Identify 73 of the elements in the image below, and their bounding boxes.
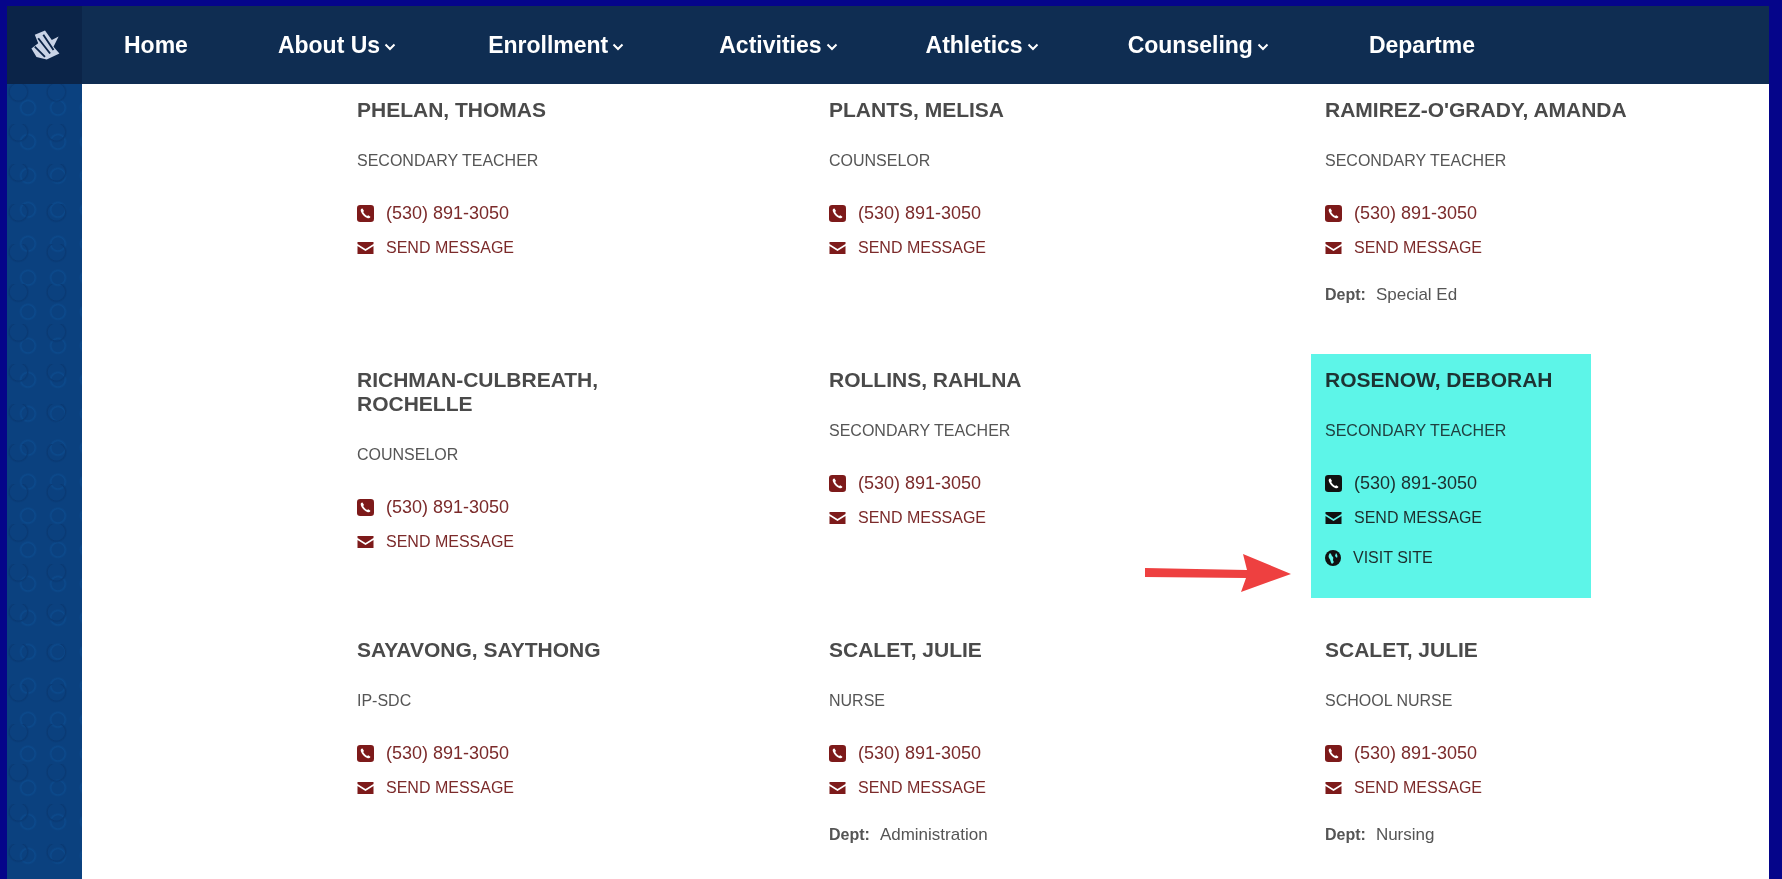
phone-link[interactable]: (530) 891-3050 <box>386 202 510 224</box>
staff-title: IP-SDC <box>357 692 413 710</box>
phone-icon <box>357 204 374 222</box>
phone-icon <box>829 744 846 762</box>
envelope-icon <box>829 242 846 254</box>
staff-name: PHELAN, THOMAS <box>357 98 547 122</box>
dept-label: Dept: <box>829 825 870 845</box>
envelope-icon <box>829 512 846 524</box>
envelope-icon <box>1325 242 1342 254</box>
nav-link[interactable]: Departme <box>1368 31 1475 59</box>
dept-value: Nursing <box>1375 824 1435 846</box>
staff-name: ROSENOW, DEBORAH <box>1325 368 1554 392</box>
phone-link[interactable]: (530) 891-3050 <box>858 202 982 224</box>
envelope-icon <box>829 782 846 794</box>
staff-title: NURSE <box>829 692 886 710</box>
phone-icon <box>357 744 374 762</box>
send-message-link[interactable]: SEND MESSAGE <box>386 238 515 258</box>
chevron-icon <box>1026 43 1039 51</box>
phone-link[interactable]: (530) 891-3050 <box>1354 742 1478 764</box>
staff-title: SECONDARY TEACHER <box>1325 422 1508 440</box>
staff-title: COUNSELOR <box>357 446 460 464</box>
phone-icon <box>829 474 846 492</box>
staff-name: RAMIREZ-O'GRADY, AMANDA <box>1325 98 1627 122</box>
send-message-link[interactable]: SEND MESSAGE <box>386 778 515 798</box>
visit-site-link[interactable]: VISIT SITE <box>1353 548 1433 568</box>
staff-name: PLANTS, MELISA <box>829 98 1005 122</box>
phone-icon <box>1325 474 1342 492</box>
envelope-icon <box>357 536 374 548</box>
phone-icon <box>1325 744 1342 762</box>
dept-value: Special Ed <box>1375 284 1458 306</box>
staff-title: SECONDARY TEACHER <box>1325 152 1508 170</box>
staff-title: SECONDARY TEACHER <box>357 152 540 170</box>
envelope-icon <box>357 242 374 254</box>
chevron-icon <box>612 43 625 51</box>
staff-name: RICHMAN-CULBREATH, ROCHELLE <box>357 368 600 416</box>
staff-name: ROLLINS, RAHLNA <box>829 368 1023 392</box>
envelope-icon <box>1325 512 1342 524</box>
staff-name: SCALET, JULIE <box>829 638 983 662</box>
send-message-link[interactable]: SEND MESSAGE <box>1354 238 1483 258</box>
staff-title: SCHOOL NURSE <box>1325 692 1454 710</box>
nav-link[interactable]: About Us <box>277 31 397 59</box>
send-message-link[interactable]: SEND MESSAGE <box>858 508 987 528</box>
dept-value: Administration <box>879 824 988 846</box>
nav-link[interactable]: Counseling <box>1127 31 1269 59</box>
staff-title: SECONDARY TEACHER <box>829 422 1012 440</box>
nav-link[interactable]: Activities <box>719 31 838 59</box>
send-message-link[interactable]: SEND MESSAGE <box>386 532 515 552</box>
envelope-icon <box>357 782 374 794</box>
phone-link[interactable]: (530) 891-3050 <box>1354 202 1478 224</box>
phone-icon <box>829 204 846 222</box>
phone-link[interactable]: (530) 891-3050 <box>386 742 510 764</box>
chevron-icon <box>825 43 838 51</box>
nav-link[interactable]: Home <box>124 31 188 59</box>
phone-link[interactable]: (530) 891-3050 <box>858 472 982 494</box>
send-message-link[interactable]: SEND MESSAGE <box>1354 778 1483 798</box>
phone-link[interactable]: (530) 891-3050 <box>386 496 510 518</box>
send-message-link[interactable]: SEND MESSAGE <box>1354 508 1483 528</box>
chevron-icon <box>384 43 397 51</box>
phone-link[interactable]: (530) 891-3050 <box>1354 472 1478 494</box>
phone-link[interactable]: (530) 891-3050 <box>858 742 982 764</box>
send-message-link[interactable]: SEND MESSAGE <box>858 778 987 798</box>
dept-label: Dept: <box>1325 285 1366 305</box>
nav-link[interactable]: Athletics <box>925 31 1039 59</box>
nav-link[interactable]: Enrollment <box>488 31 625 59</box>
envelope-icon <box>1325 782 1342 794</box>
staff-title: COUNSELOR <box>829 152 932 170</box>
dept-label: Dept: <box>1325 825 1366 845</box>
phone-icon <box>357 498 374 516</box>
staff-name: SAYAVONG, SAYTHONG <box>357 638 602 662</box>
send-message-link[interactable]: SEND MESSAGE <box>858 238 987 258</box>
chevron-icon <box>1256 43 1269 51</box>
staff-name: SCALET, JULIE <box>1325 638 1479 662</box>
phone-icon <box>1325 204 1342 222</box>
